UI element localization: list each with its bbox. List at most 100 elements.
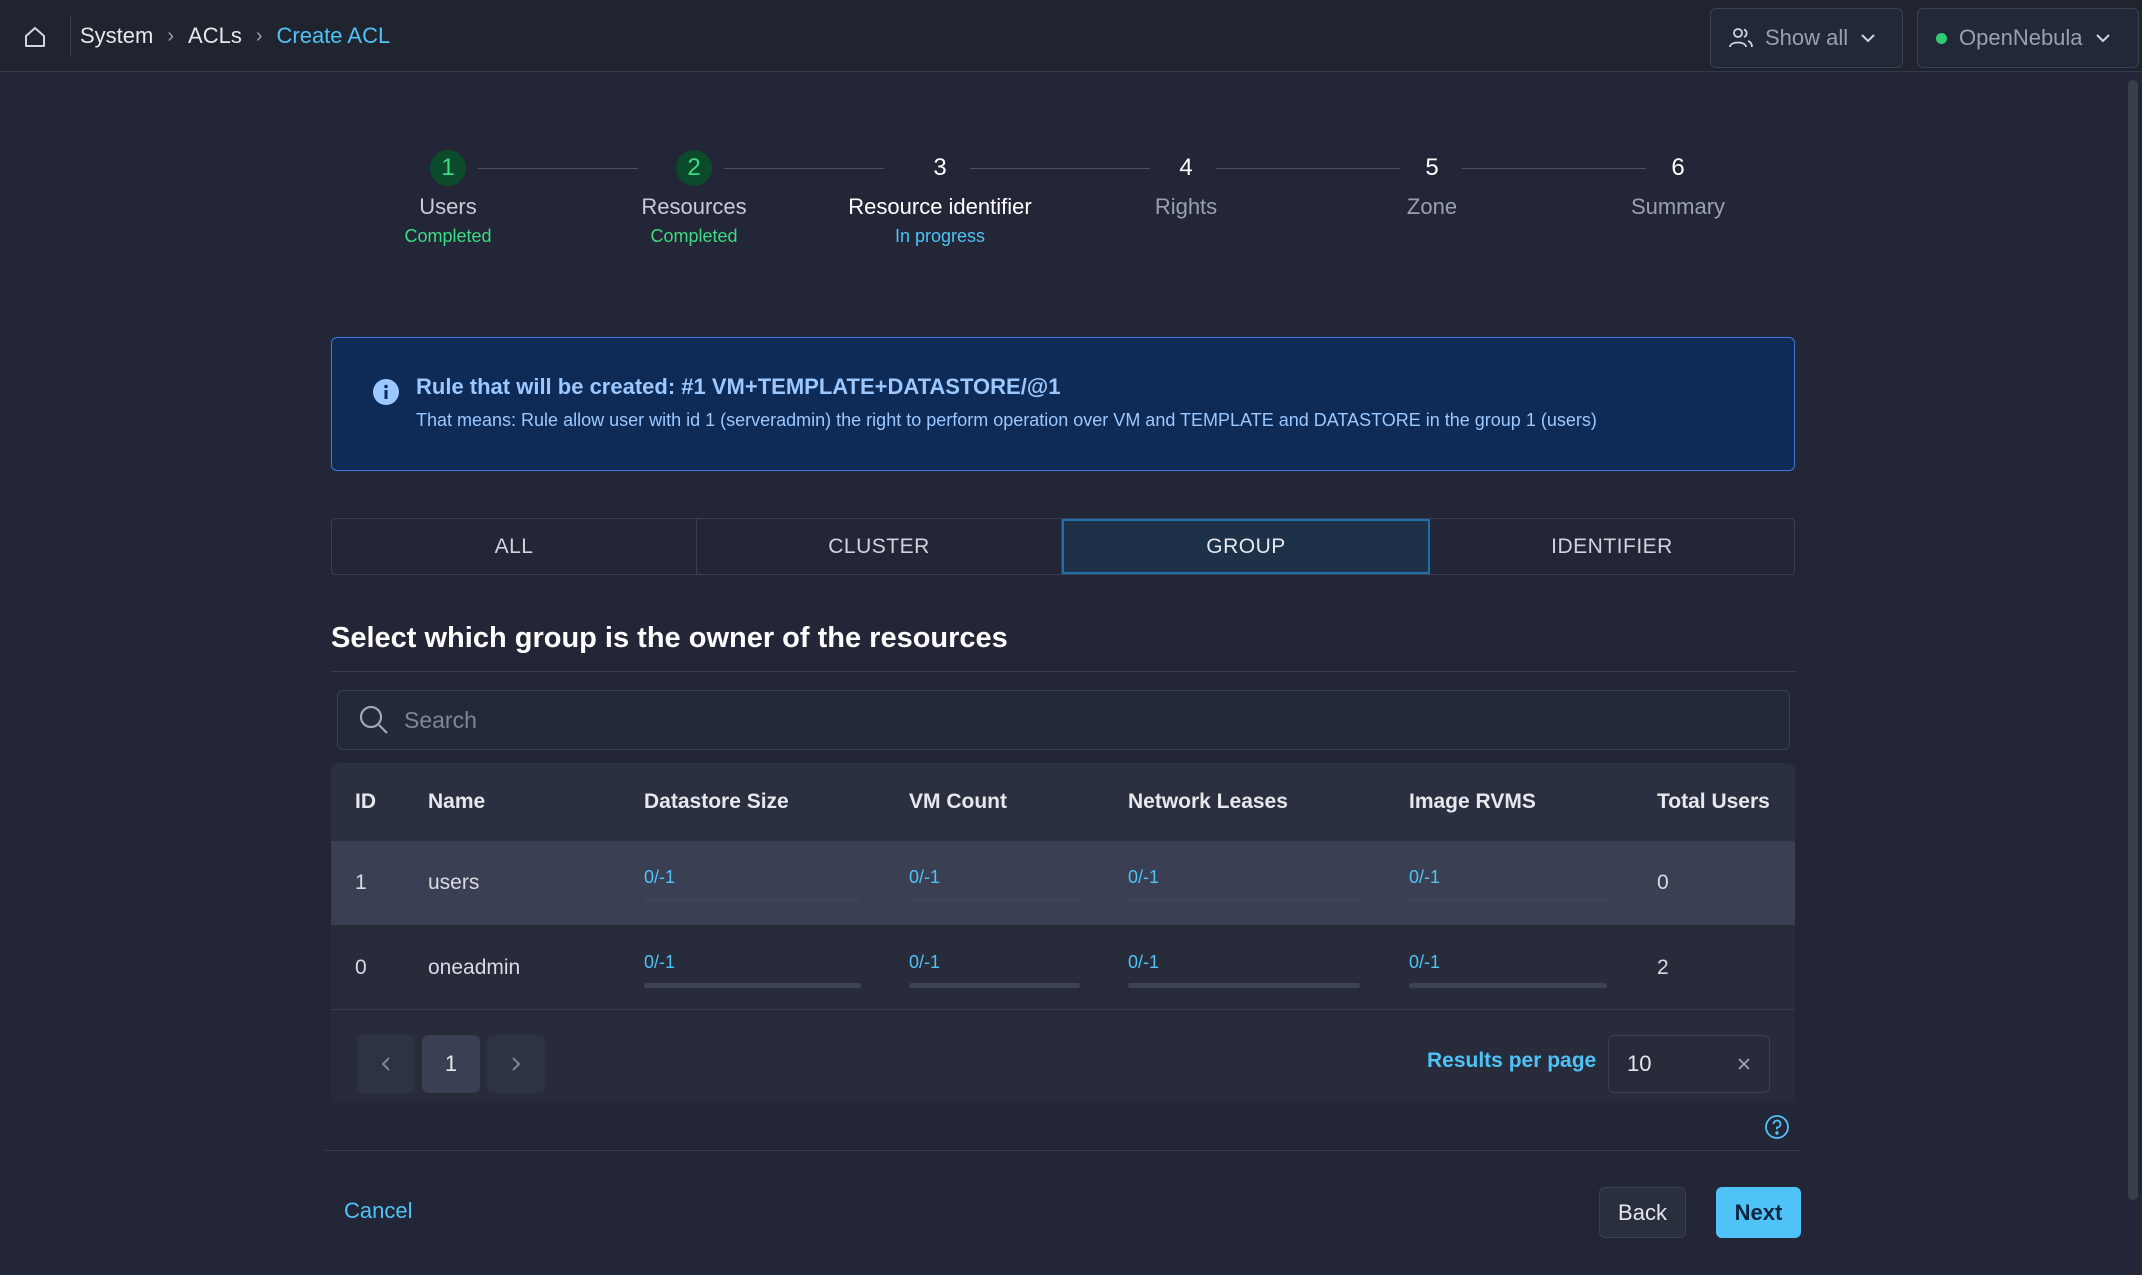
usage-bar — [1128, 983, 1360, 988]
step-number: 5 — [1425, 154, 1439, 181]
usage-bar — [644, 983, 861, 988]
step-label: Users — [419, 194, 477, 219]
usage-label: 0/-1 — [1409, 952, 1441, 972]
tab-all[interactable]: ALL — [332, 519, 697, 574]
zone-selector-button[interactable]: OpenNebula — [1917, 8, 2139, 68]
section-divider — [331, 671, 1795, 672]
usage-label: 0/-1 — [909, 952, 941, 972]
column-header-total-users[interactable]: Total Users — [1657, 763, 1770, 841]
step-label: Rights — [1154, 194, 1218, 219]
page-button-current[interactable]: 1 — [422, 1035, 480, 1093]
clear-icon[interactable] — [1737, 1057, 1751, 1071]
breadcrumb-system[interactable]: System — [80, 23, 153, 49]
zone-status-dot — [1936, 32, 1947, 44]
groups-table: ID Name Datastore Size VM Count Network … — [331, 763, 1795, 1103]
step-status: Completed — [650, 226, 738, 246]
cell-id: 0 — [355, 956, 367, 979]
results-per-page-select[interactable]: 10 — [1608, 1035, 1770, 1093]
chevron-left-icon — [381, 1057, 390, 1071]
pagination: 1 Results per page — [331, 1011, 1795, 1103]
cell-total-users: 2 — [1657, 956, 1669, 979]
usage-label: 0/-1 — [1128, 867, 1160, 887]
help-icon[interactable] — [1764, 1114, 1790, 1140]
vm-usage: 0/-1 — [909, 952, 1080, 988]
back-button[interactable]: Back — [1599, 1187, 1686, 1238]
breadcrumb-create-acl: Create ACL — [276, 23, 391, 48]
topbar-divider — [70, 16, 71, 56]
show-all-button[interactable]: Show all — [1710, 8, 1903, 68]
usage-label: 0/-1 — [644, 952, 676, 972]
usage-bar — [1128, 898, 1360, 903]
step-zone[interactable]: 5 Zone — [1332, 150, 1532, 220]
step-number: 3 — [933, 154, 947, 181]
step-users[interactable]: 1 Users Completed — [348, 150, 548, 247]
column-header-vm-count[interactable]: VM Count — [909, 763, 1007, 841]
image-usage: 0/-1 — [1409, 952, 1607, 988]
top-bar: System › ACLs › Create ACL Show all Open… — [0, 0, 2142, 72]
column-header-datastore-size[interactable]: Datastore Size — [644, 763, 789, 841]
rule-description: That means: Rule allow user with id 1 (s… — [416, 410, 1597, 430]
step-label: Resource identifier — [848, 194, 1032, 219]
tab-cluster[interactable]: CLUSTER — [697, 519, 1062, 574]
results-per-page-value: 10 — [1627, 1051, 1652, 1076]
step-status: In progress — [894, 226, 986, 246]
step-status: Completed — [404, 226, 492, 246]
step-label: Summary — [1630, 194, 1726, 219]
network-usage: 0/-1 — [1128, 952, 1360, 988]
footer-divider — [325, 1150, 1801, 1151]
search-input[interactable] — [404, 706, 1704, 734]
search-icon — [359, 705, 388, 734]
step-summary[interactable]: 6 Summary — [1578, 150, 1778, 220]
usage-bar — [1409, 898, 1607, 903]
usage-label: 0/-1 — [1409, 867, 1441, 887]
image-usage: 0/-1 — [1409, 867, 1607, 903]
cell-name: users — [428, 871, 480, 894]
usage-label: 0/-1 — [1128, 952, 1160, 972]
tab-group[interactable]: GROUP — [1062, 519, 1430, 574]
table-row[interactable]: 0 oneadmin 0/-1 0/-1 0/-1 0/-1 2 — [331, 926, 1795, 1010]
usage-label: 0/-1 — [909, 867, 941, 887]
breadcrumb-acls[interactable]: ACLs — [188, 23, 242, 49]
chevron-down-icon — [1861, 34, 1875, 43]
results-per-page-label: Results per page — [1427, 1049, 1597, 1072]
column-header-network-leases[interactable]: Network Leases — [1128, 763, 1288, 841]
breadcrumb: System › ACLs › Create ACL — [80, 0, 390, 72]
next-button[interactable]: Next — [1716, 1187, 1801, 1238]
next-page-button[interactable] — [487, 1035, 545, 1093]
table-header: ID Name Datastore Size VM Count Network … — [331, 763, 1795, 841]
show-all-label: Show all — [1765, 25, 1849, 50]
info-icon — [373, 379, 399, 405]
step-rights[interactable]: 4 Rights — [1086, 150, 1286, 220]
table-row[interactable]: 1 users 0/-1 0/-1 0/-1 0/-1 0 — [331, 841, 1795, 925]
chevron-down-icon — [2095, 34, 2110, 43]
home-icon[interactable] — [18, 20, 52, 54]
usage-label: 0/-1 — [644, 867, 676, 887]
cancel-button[interactable]: Cancel — [344, 1198, 412, 1224]
usage-bar — [909, 983, 1080, 988]
rule-title: Rule that will be created: #1 VM+TEMPLAT… — [416, 374, 1061, 399]
step-resource-identifier[interactable]: 3 Resource identifier In progress — [840, 150, 1040, 247]
datastore-usage: 0/-1 — [644, 952, 861, 988]
column-header-name[interactable]: Name — [428, 763, 485, 841]
step-number: 2 — [676, 150, 712, 186]
resource-identifier-tabs: ALL CLUSTER GROUP IDENTIFIER — [331, 518, 1795, 575]
cell-id: 1 — [355, 871, 367, 894]
section-title: Select which group is the owner of the r… — [331, 622, 1008, 654]
cell-total-users: 0 — [1657, 871, 1669, 894]
step-number: 6 — [1671, 154, 1685, 181]
page-scrollbar[interactable] — [2128, 80, 2138, 1200]
chevron-right-icon: › — [167, 24, 175, 47]
tab-identifier[interactable]: IDENTIFIER — [1430, 519, 1794, 574]
step-resources[interactable]: 2 Resources Completed — [594, 150, 794, 247]
step-number: 4 — [1179, 154, 1193, 181]
column-header-id[interactable]: ID — [355, 763, 376, 841]
search-box — [337, 690, 1790, 750]
chevron-right-icon: › — [255, 24, 263, 47]
usage-bar — [909, 898, 1080, 903]
column-header-image-rvms[interactable]: Image RVMS — [1409, 763, 1536, 841]
step-label: Zone — [1406, 194, 1458, 219]
usage-bar — [644, 898, 861, 903]
previous-page-button[interactable] — [357, 1035, 415, 1093]
zone-label: OpenNebula — [1959, 25, 2083, 50]
users-icon — [1729, 28, 1753, 48]
